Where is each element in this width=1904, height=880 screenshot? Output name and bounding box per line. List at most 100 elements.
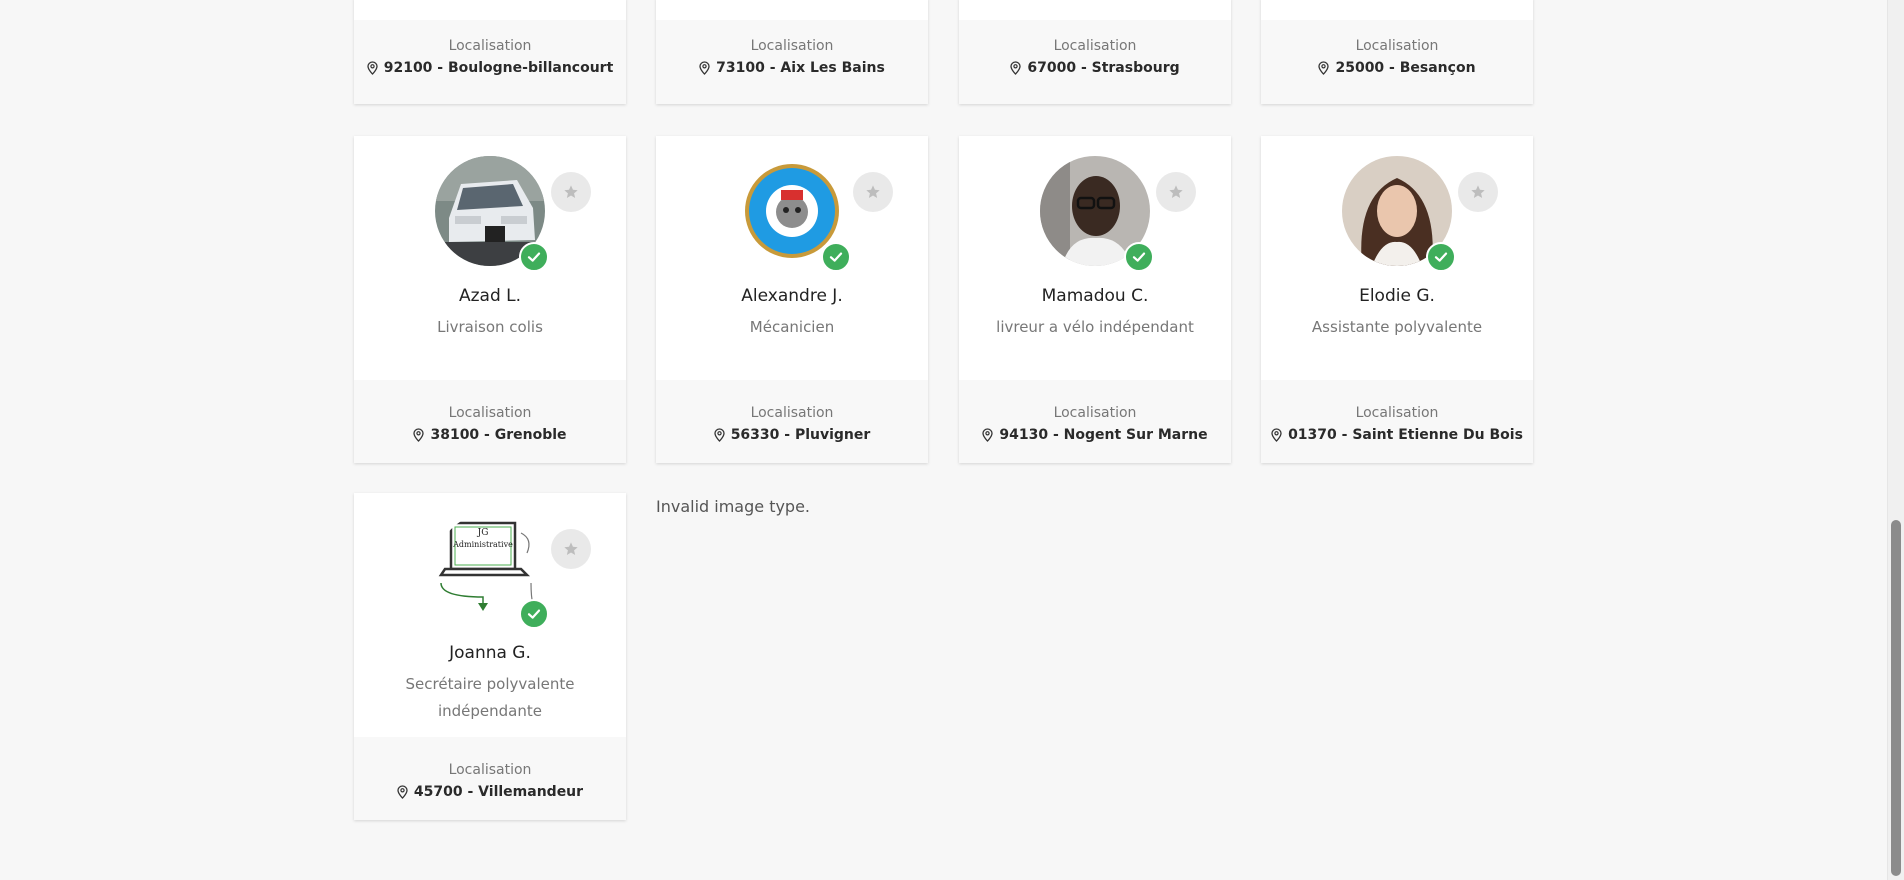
card-top: Elodie G. Assistante polyvalente xyxy=(1261,136,1533,380)
location-value: 73100 - Aix Les Bains xyxy=(699,60,885,76)
card-location: Localisation 73100 - Aix Les Bains xyxy=(656,20,928,104)
profile-card[interactable]: Localisation 92100 - Boulogne-billancour… xyxy=(354,0,626,104)
profile-card[interactable]: Elodie G. Assistante polyvalente Localis… xyxy=(1261,136,1533,463)
avatar-wrap xyxy=(435,156,549,272)
card-location: Localisation 45700 - Villemandeur xyxy=(354,737,626,820)
map-pin-icon xyxy=(1271,428,1282,442)
logo-text-name: Administrative xyxy=(453,540,513,549)
favorite-star-button[interactable] xyxy=(1458,172,1498,212)
card-top: Azad L. Livraison colis xyxy=(354,136,626,380)
location-label: Localisation xyxy=(1053,38,1137,54)
star-icon xyxy=(564,542,578,555)
map-pin-icon xyxy=(714,428,725,442)
card-top xyxy=(1261,0,1533,20)
profile-job: Secrétaire polyvalente indépendante xyxy=(354,671,626,725)
location-label: Localisation xyxy=(1355,405,1439,421)
profile-job: Livraison colis xyxy=(437,318,543,336)
location-text: 45700 - Villemandeur xyxy=(413,784,584,800)
favorite-star-button[interactable] xyxy=(853,172,893,212)
profile-job: Assistante polyvalente xyxy=(1311,318,1483,336)
card-location: Localisation 67000 - Strasbourg xyxy=(959,20,1231,104)
map-pin-icon xyxy=(397,785,408,799)
profile-card[interactable]: Azad L. Livraison colis Localisation 381… xyxy=(354,136,626,463)
star-icon xyxy=(866,185,880,198)
verified-check-icon xyxy=(821,242,851,272)
location-value: 92100 - Boulogne-billancourt xyxy=(367,60,614,76)
star-icon xyxy=(1169,185,1183,198)
logo-text-initials: JG xyxy=(477,528,489,538)
profile-name[interactable]: Alexandre J. xyxy=(656,286,928,306)
profile-job-line1: Secrétaire polyvalente xyxy=(405,675,575,693)
card-top: JG Administrative Joanna G. Secrétaire p… xyxy=(354,493,626,737)
map-pin-icon xyxy=(699,61,710,75)
card-location: Localisation 25000 - Besançon xyxy=(1261,20,1533,104)
location-text: 01370 - Saint Etienne Du Bois xyxy=(1288,427,1523,443)
profile-name[interactable]: Elodie G. xyxy=(1261,286,1533,306)
location-label: Localisation xyxy=(1355,38,1439,54)
verified-check-icon xyxy=(1426,242,1456,272)
verified-check-icon xyxy=(1124,242,1154,272)
star-icon xyxy=(1471,185,1485,198)
profile-name[interactable]: Azad L. xyxy=(354,286,626,306)
location-text: 73100 - Aix Les Bains xyxy=(716,60,885,76)
location-label: Localisation xyxy=(750,38,834,54)
favorite-star-button[interactable] xyxy=(1156,172,1196,212)
card-location: Localisation 01370 - Saint Etienne Du Bo… xyxy=(1261,380,1533,463)
location-label: Localisation xyxy=(448,405,532,421)
card-top xyxy=(959,0,1231,20)
location-label: Localisation xyxy=(448,38,532,54)
location-label: Localisation xyxy=(750,405,834,421)
location-value: 45700 - Villemandeur xyxy=(397,784,583,800)
card-location: Localisation 92100 - Boulogne-billancour… xyxy=(354,20,626,104)
profile-card[interactable]: Mamadou C. livreur a vélo indépendant Lo… xyxy=(959,136,1231,463)
location-text: 67000 - Strasbourg xyxy=(1027,60,1180,76)
map-pin-icon xyxy=(413,428,425,442)
scrollbar[interactable] xyxy=(1887,0,1904,880)
location-value: 01370 - Saint Etienne Du Bois xyxy=(1271,427,1523,443)
card-location: Localisation 56330 - Pluvigner xyxy=(656,380,928,463)
profile-card[interactable]: Localisation 67000 - Strasbourg xyxy=(959,0,1231,104)
avatar-wrap xyxy=(1040,156,1154,272)
map-pin-icon xyxy=(367,61,378,75)
profile-card[interactable]: Alexandre J. Mécanicien Localisation 563… xyxy=(656,136,928,463)
profile-card[interactable]: Localisation 73100 - Aix Les Bains xyxy=(656,0,928,104)
map-pin-icon xyxy=(1010,61,1022,75)
scrollbar-thumb[interactable] xyxy=(1891,520,1901,876)
location-value: 25000 - Besançon xyxy=(1318,60,1476,76)
profile-name[interactable]: Mamadou C. xyxy=(959,286,1231,306)
profile-card[interactable]: Localisation 25000 - Besançon xyxy=(1261,0,1533,104)
favorite-star-button[interactable] xyxy=(551,172,591,212)
avatar-wrap xyxy=(1342,156,1456,272)
location-text: 56330 - Pluvigner xyxy=(730,427,871,443)
invalid-image-message: Invalid image type. xyxy=(656,497,811,516)
card-top xyxy=(656,0,928,20)
location-value: 56330 - Pluvigner xyxy=(714,427,871,443)
location-text: 25000 - Besançon xyxy=(1335,60,1476,76)
avatar-wrap: JG Administrative xyxy=(435,513,549,629)
profile-job: Mécanicien xyxy=(749,318,835,336)
location-text: 94130 - Nogent Sur Marne xyxy=(999,427,1208,443)
location-value: 38100 - Grenoble xyxy=(413,427,567,443)
location-text: 92100 - Boulogne-billancourt xyxy=(383,60,614,76)
profile-job: livreur a vélo indépendant xyxy=(996,318,1194,336)
profile-name[interactable]: Joanna G. xyxy=(354,643,626,663)
map-pin-icon xyxy=(1318,61,1330,75)
location-value: 94130 - Nogent Sur Marne xyxy=(982,427,1208,443)
avatar-wrap xyxy=(737,156,851,272)
verified-check-icon xyxy=(519,599,549,629)
location-label: Localisation xyxy=(1053,405,1137,421)
location-text: 38100 - Grenoble xyxy=(430,427,567,443)
location-value: 67000 - Strasbourg xyxy=(1010,60,1180,76)
verified-check-icon xyxy=(519,242,549,272)
card-top: Alexandre J. Mécanicien xyxy=(656,136,928,380)
location-label: Localisation xyxy=(448,762,532,778)
card-top: Mamadou C. livreur a vélo indépendant xyxy=(959,136,1231,380)
profile-card[interactable]: JG Administrative Joanna G. Secrétaire p… xyxy=(354,493,626,820)
profile-job-line2: indépendante xyxy=(437,702,542,720)
favorite-star-button[interactable] xyxy=(551,529,591,569)
map-pin-icon xyxy=(982,428,994,442)
card-location: Localisation 38100 - Grenoble xyxy=(354,380,626,463)
star-icon xyxy=(564,185,578,198)
card-top xyxy=(354,0,626,20)
page: Localisation 92100 - Boulogne-billancour… xyxy=(0,0,1904,880)
